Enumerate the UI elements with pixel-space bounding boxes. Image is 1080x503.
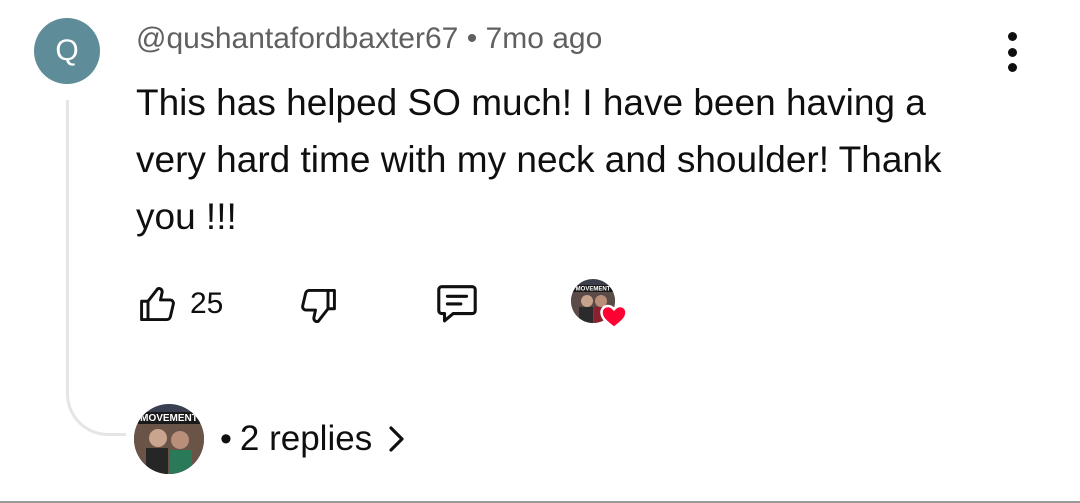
reply-button[interactable] [432,280,482,326]
comment-icon [437,285,477,323]
more-options-icon[interactable] [994,32,1030,72]
thumb-down-icon [301,288,336,324]
comment-card: Q @qushantafordbaxter67 • 7mo ago This h… [0,0,1080,503]
like-count: 25 [190,287,224,320]
svg-text:MOVEMENT: MOVEMENT [140,413,198,424]
thumb-up-icon [140,286,175,322]
thread-connector-line [66,100,126,436]
view-replies-button[interactable]: MOVEMENT • 2 replies [134,404,408,474]
creator-avatar: MOVEMENT [134,404,204,474]
creator-heart: MOVEMENT [571,279,631,331]
meta-separator: • [466,22,478,55]
avatar-letter: Q [55,34,79,67]
replies-label: 2 replies [239,419,373,458]
comment-author[interactable]: @qushantafordbaxter67 [136,22,458,55]
commenter-avatar[interactable]: Q [34,18,100,84]
comment-timestamp: 7mo ago [485,22,603,55]
svg-text:MOVEMENT: MOVEMENT [576,287,611,293]
comment-text: This has helped SO much! I have been hav… [136,82,942,237]
like-button[interactable]: 25 [136,282,223,326]
heart-icon [600,304,628,330]
replies-separator: • [220,419,232,458]
chevron-right-icon [389,426,404,452]
dislike-button[interactable] [294,284,340,328]
comment-meta: @qushantafordbaxter67 • 7mo ago [136,22,602,56]
